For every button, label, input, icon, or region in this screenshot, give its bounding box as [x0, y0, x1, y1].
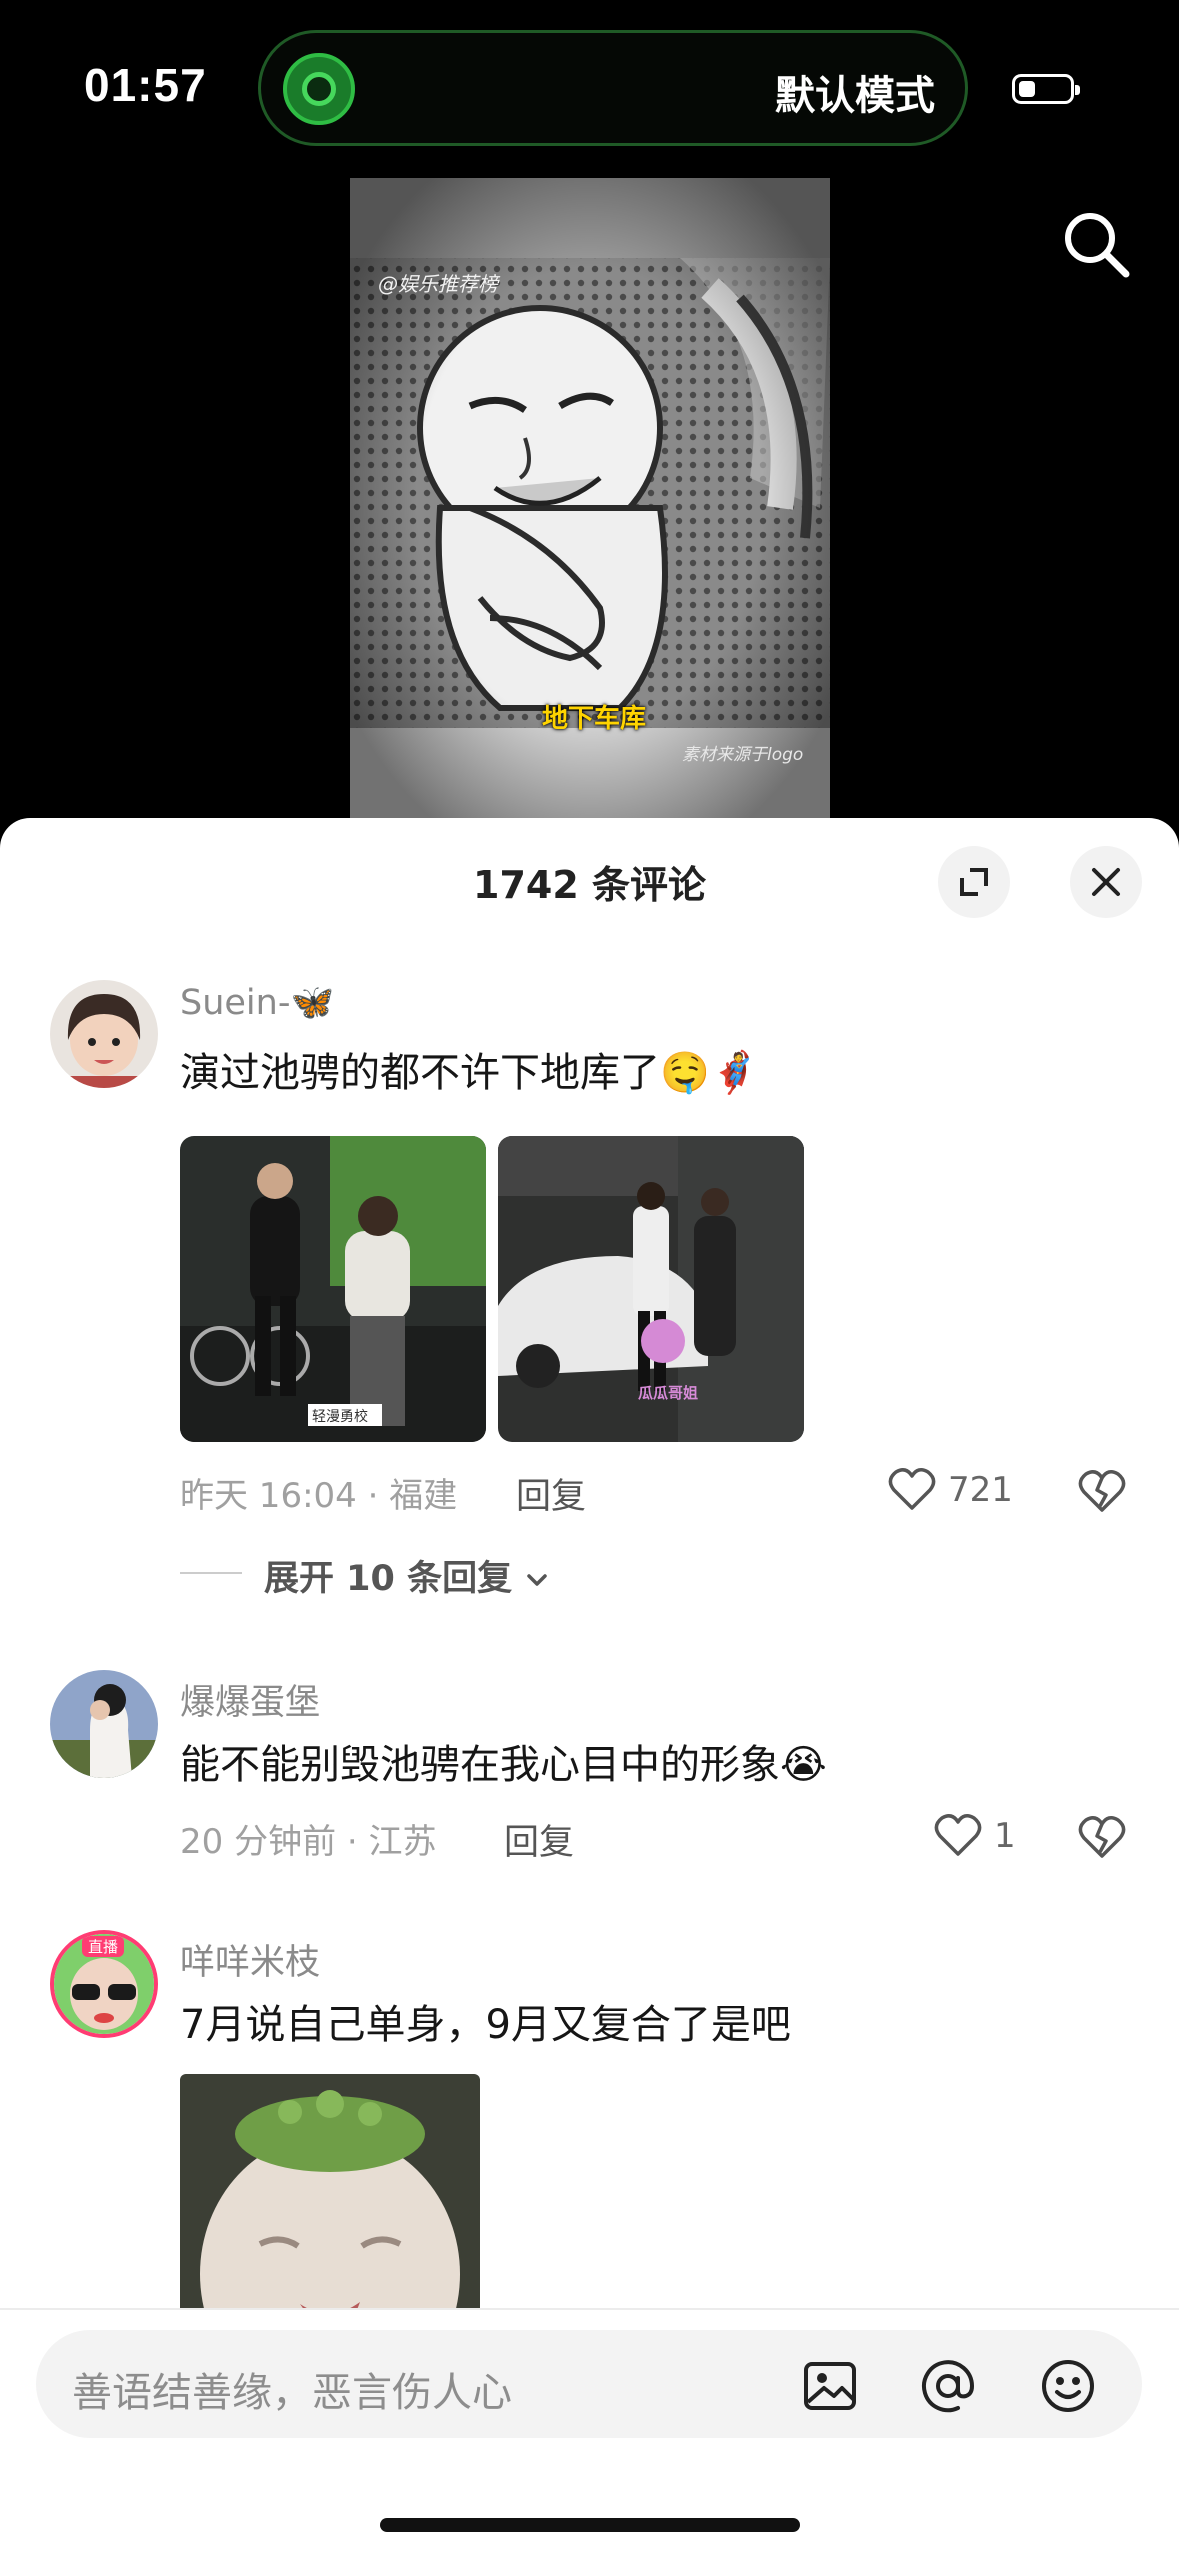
comment-username[interactable]: 爆爆蛋堡	[180, 1674, 320, 1725]
home-indicator[interactable]	[380, 2518, 800, 2532]
broken-heart-icon[interactable]	[1078, 1814, 1126, 1860]
mode-label: 默认模式	[775, 73, 935, 119]
comment-username[interactable]: 咩咩米枝	[180, 1934, 320, 1985]
reply-button[interactable]: 回复	[504, 1814, 574, 1865]
dynamic-island-mode[interactable]: 默认模式	[258, 30, 968, 146]
heart-icon	[934, 1814, 982, 1856]
comment-input[interactable]: 善语结善缘，恶言伤人心	[36, 2330, 1142, 2438]
chevron-down-icon	[527, 1574, 548, 1586]
image-watermark: 轻漫勇校	[312, 1409, 368, 1425]
avatar[interactable]	[50, 1670, 158, 1778]
comment-meta: 昨天 16:04 · 福建	[180, 1476, 458, 1516]
video-source-note: 素材来源于logo	[682, 745, 804, 765]
video-watermark: @娱乐推荐榜	[378, 272, 498, 296]
video-preview[interactable]: @娱乐推荐榜 地下车库 素材来源于logo	[350, 178, 830, 818]
comment-text: 演过池骋的都不许下地库了🤤🦸	[180, 1050, 760, 1096]
like-count: 721	[948, 1470, 1013, 1510]
image-watermark: 瓜瓜哥姐	[638, 1384, 699, 1402]
expand-icon	[960, 868, 988, 896]
status-time: 01:57	[84, 59, 207, 111]
live-badge: 直播	[82, 1936, 125, 1957]
image-icon[interactable]	[800, 2356, 860, 2416]
battery-icon	[1012, 74, 1080, 104]
reply-button[interactable]: 回复	[516, 1468, 586, 1519]
avatar[interactable]	[50, 980, 158, 1088]
heart-icon	[888, 1468, 936, 1510]
expand-divider	[180, 1572, 242, 1574]
video-caption: 地下车库	[542, 704, 647, 734]
comment-meta: 20 分钟前 · 江苏	[180, 1822, 437, 1862]
like-button[interactable]: 1	[934, 1812, 1024, 1862]
expand-sheet-button[interactable]	[938, 846, 1010, 918]
broken-heart-icon[interactable]	[1078, 1468, 1126, 1514]
comment-sheet: 1742 条评论 Suein-🦋 演过池骋的都不许下地库了🤤🦸 轻漫勇校 瓜瓜哥…	[0, 818, 1179, 2556]
close-sheet-button[interactable]	[1070, 846, 1142, 918]
close-icon	[1092, 868, 1120, 896]
comment-text: 能不能别毁池骋在我心目中的形象😭	[180, 1742, 827, 1788]
expand-replies-button[interactable]: 展开 10 条回复	[264, 1550, 550, 1601]
search-icon[interactable]	[1058, 206, 1134, 282]
comment-input-placeholder: 善语结善缘，恶言伤人心	[72, 2370, 512, 2416]
comment-image[interactable]: 瓜瓜哥姐	[498, 1136, 804, 1442]
avatar[interactable]: 直播	[50, 1930, 158, 2038]
comment-username[interactable]: Suein-🦋	[180, 982, 334, 1023]
like-count: 1	[994, 1816, 1016, 1856]
at-icon[interactable]	[918, 2356, 978, 2416]
comment-input-bar: 善语结善缘，恶言伤人心	[0, 2308, 1179, 2558]
like-button[interactable]: 721	[888, 1466, 1018, 1516]
comment-text: 7月说自己单身，9月又复合了是吧	[180, 2002, 791, 2048]
expand-replies-label: 展开 10 条回复	[264, 1559, 513, 1599]
comment-image[interactable]: 轻漫勇校	[180, 1136, 486, 1442]
emoji-icon[interactable]	[1038, 2356, 1098, 2416]
app-icon	[283, 53, 355, 125]
